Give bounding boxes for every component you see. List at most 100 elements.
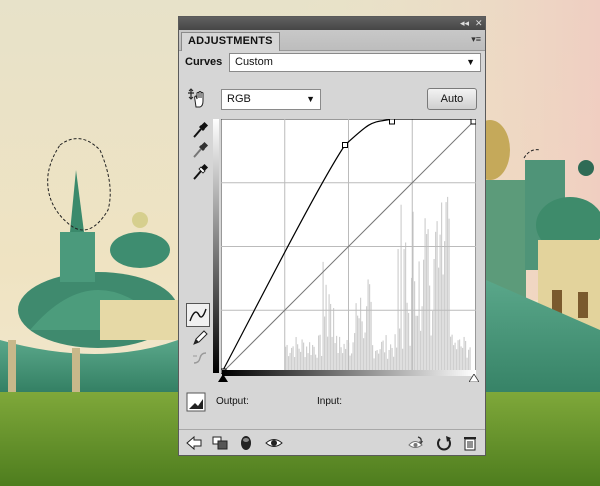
output-label: Output: xyxy=(216,396,249,407)
histogram-bar xyxy=(417,315,419,374)
histogram-bar xyxy=(318,335,320,374)
histogram-bar xyxy=(436,221,438,374)
histogram-bar xyxy=(336,335,338,374)
histogram-bar xyxy=(445,202,447,374)
histogram-bar xyxy=(333,308,335,374)
preset-select[interactable]: Custom ▼ xyxy=(229,53,481,72)
histogram-bar xyxy=(385,335,387,374)
panel-menu-icon[interactable]: ▾≡ xyxy=(471,34,481,45)
histogram-bar xyxy=(444,241,446,374)
histogram-bar xyxy=(367,279,369,374)
histogram-bar xyxy=(433,259,435,374)
channel-select-value: RGB xyxy=(227,93,251,105)
on-image-adjust-hand-icon[interactable] xyxy=(185,87,207,109)
histogram-bar xyxy=(339,336,341,374)
panel-tab-row: ADJUSTMENTS ▾≡ xyxy=(179,30,485,51)
histogram-bar xyxy=(442,274,444,374)
panel-title-strip: ◂◂ ✕ xyxy=(179,17,485,30)
curve-point-mode-button[interactable] xyxy=(186,303,210,327)
smooth-curve-icon[interactable] xyxy=(191,349,209,367)
black-point-slider-icon[interactable] xyxy=(218,374,228,382)
chevron-down-icon: ▼ xyxy=(306,94,315,104)
histogram-bar xyxy=(447,196,449,374)
histogram-bar xyxy=(325,284,327,374)
histogram-bar xyxy=(448,218,450,374)
histogram-bar xyxy=(415,315,417,374)
histogram-bar xyxy=(364,332,366,374)
collapse-panel-icon[interactable]: ◂◂ xyxy=(460,17,469,30)
channel-select[interactable]: RGB ▼ xyxy=(221,89,321,110)
histogram-bar xyxy=(427,229,429,374)
curves-graph[interactable] xyxy=(221,119,476,374)
show-clipping-icon[interactable] xyxy=(186,392,206,412)
histogram-bar xyxy=(397,249,399,374)
histogram-bar xyxy=(301,339,303,374)
clip-to-layer-icon[interactable] xyxy=(211,435,229,451)
curve-control-point[interactable] xyxy=(389,119,395,125)
histogram-bar xyxy=(357,315,359,374)
curves-label: Curves xyxy=(185,56,223,68)
close-panel-icon[interactable]: ✕ xyxy=(475,17,483,30)
histogram-bar xyxy=(358,318,360,374)
histogram-bar xyxy=(414,281,416,374)
white-point-slider-icon[interactable] xyxy=(469,374,479,382)
output-gradient-bar xyxy=(213,119,219,373)
eye-icon[interactable] xyxy=(265,435,283,451)
histogram-bar xyxy=(441,202,443,374)
histogram-bar xyxy=(331,336,333,374)
auto-button[interactable]: Auto xyxy=(427,88,477,110)
reset-icon[interactable] xyxy=(435,435,453,451)
histogram-bar xyxy=(403,249,405,374)
histogram-bar xyxy=(400,204,402,374)
histogram-bar xyxy=(322,261,324,374)
trash-icon[interactable] xyxy=(461,435,479,451)
histogram-bar xyxy=(426,234,428,374)
histogram-bar xyxy=(370,301,372,374)
preset-select-value: Custom xyxy=(235,56,273,68)
histogram-bar xyxy=(439,234,441,374)
histogram-bar xyxy=(361,321,363,374)
view-previous-state-icon[interactable] xyxy=(407,435,425,451)
chevron-down-icon: ▼ xyxy=(466,57,475,67)
histogram-bar xyxy=(382,340,384,374)
histogram-bar xyxy=(451,334,453,374)
black-point-eyedropper-icon[interactable] xyxy=(191,121,209,139)
histogram-bar xyxy=(420,330,422,374)
histogram-bar xyxy=(399,328,401,374)
curve-control-point[interactable] xyxy=(470,119,476,125)
layer-visibility-mask-icon[interactable] xyxy=(237,435,255,451)
tab-adjustments[interactable]: ADJUSTMENTS xyxy=(181,32,280,51)
histogram-bar xyxy=(435,231,437,374)
panel-bottom-bar xyxy=(179,429,485,456)
histogram-bar xyxy=(319,334,321,374)
histogram-bar xyxy=(295,337,297,374)
back-arrow-icon[interactable] xyxy=(185,435,203,451)
histogram-bar xyxy=(424,218,426,374)
histogram-bar xyxy=(423,259,425,374)
input-gradient-bar xyxy=(222,370,476,376)
histogram-bar xyxy=(418,261,420,374)
histogram-bar xyxy=(354,333,356,374)
histogram-bar xyxy=(457,340,459,374)
curve-point-mode-icon xyxy=(189,308,207,322)
histogram-bar xyxy=(408,312,410,374)
gray-point-eyedropper-icon[interactable] xyxy=(191,141,209,159)
histogram-bar xyxy=(406,302,408,374)
histogram-bar xyxy=(463,336,465,374)
histogram-bar xyxy=(369,284,371,374)
histogram-bar xyxy=(327,336,329,374)
histogram-bar xyxy=(450,336,452,374)
histogram-bar xyxy=(324,316,326,374)
histogram-bar xyxy=(355,303,357,374)
white-point-eyedropper-icon[interactable] xyxy=(191,163,209,181)
adjustments-panel: ◂◂ ✕ ADJUSTMENTS ▾≡ Curves Custom ▼ RGB … xyxy=(178,16,486,456)
histogram-bar xyxy=(360,297,362,374)
histogram-bar xyxy=(421,306,423,374)
curves-graph-svg[interactable] xyxy=(221,119,476,374)
curve-control-point[interactable] xyxy=(342,142,348,148)
histogram-bar xyxy=(429,285,431,374)
histogram-bar xyxy=(346,340,348,374)
pencil-draw-icon[interactable] xyxy=(191,329,209,347)
histogram-bar xyxy=(405,242,407,374)
histogram-bar xyxy=(438,267,440,374)
